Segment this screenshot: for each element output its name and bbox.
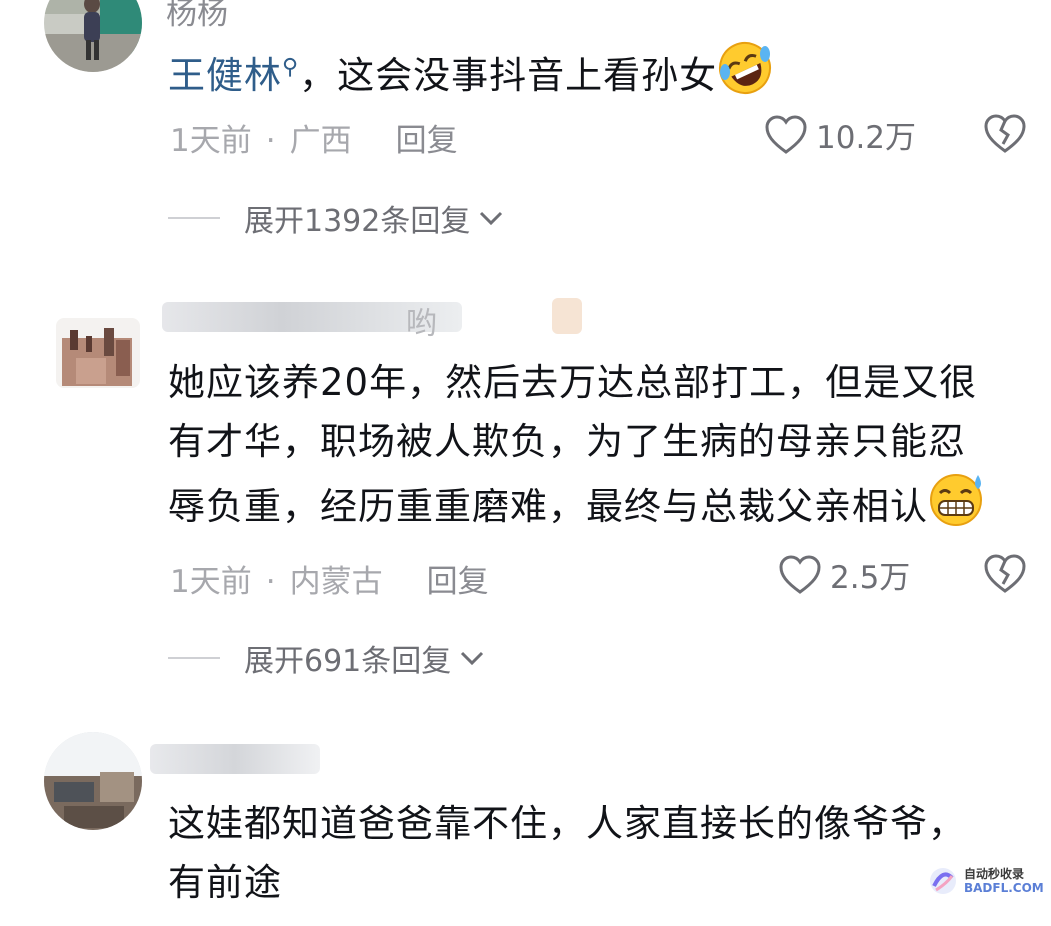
comment-text-line: 辱负重，经历重重磨难，最终与总裁父亲相认	[168, 471, 986, 544]
expand-replies-label: 展开691条回复	[244, 644, 452, 679]
rofl-emoji	[717, 40, 773, 113]
divider-line	[168, 657, 220, 659]
dislike-button[interactable]	[984, 114, 1026, 158]
meta-separator: ·	[265, 564, 276, 600]
expand-replies-button[interactable]: 展开1392条回复	[168, 196, 504, 240]
watermark-url: BADFL.COM	[964, 881, 1044, 895]
watermark: 自动秒收录 BADFL.COM	[928, 866, 1044, 896]
username-blurred[interactable]	[150, 744, 320, 774]
like-count: 10.2万	[816, 120, 917, 156]
comment-text-line: 有前途	[168, 861, 282, 904]
comment-time: 1天前	[170, 564, 252, 600]
blurred-mark	[552, 298, 582, 334]
broken-heart-icon	[984, 114, 1026, 153]
like-button[interactable]: 2.5万	[778, 552, 910, 597]
meta-separator: ·	[265, 123, 276, 159]
avatar[interactable]	[44, 0, 142, 72]
heart-icon	[765, 114, 807, 154]
reply-button[interactable]: 回复	[396, 123, 458, 159]
divider-line	[168, 217, 220, 219]
comment-text: 她应该养20年，然后去万达总部打工，但是又很 有才华，职场被人欺负，为了生病的母…	[168, 353, 986, 544]
comment-meta: 1天前 · 广西 回复	[170, 115, 458, 160]
chevron-down-icon	[461, 651, 484, 666]
comment-text: 这娃都知道爸爸靠不住，人家直接长的像爷爷， 有前途	[168, 794, 966, 912]
comment-location: 内蒙古	[289, 564, 383, 600]
comment-text-line: 这娃都知道爸爸靠不住，人家直接长的像爷爷，	[168, 802, 966, 845]
comment-text: 王健林⚲，这会没事抖音上看孙女	[168, 38, 773, 113]
reply-button[interactable]: 回复	[427, 564, 489, 600]
comment-text-line-body: 辱负重，经历重重磨难，最终与总裁父亲相认	[168, 485, 928, 528]
like-count: 2.5万	[830, 560, 911, 596]
avatar[interactable]	[44, 732, 142, 830]
like-button[interactable]: 10.2万	[764, 112, 916, 157]
chevron-down-icon	[480, 211, 503, 226]
comment-text-body: ，这会没事抖音上看孙女	[299, 54, 718, 97]
expand-replies-button[interactable]: 展开691条回复	[168, 636, 485, 680]
comment-meta: 1天前 · 内蒙古 回复	[170, 556, 489, 601]
comment-text-line: 有才华，职场被人欺负，为了生病的母亲只能忍	[168, 420, 966, 463]
search-icon: ⚲	[282, 55, 300, 80]
dislike-button[interactable]	[984, 554, 1026, 598]
expand-replies-label: 展开1392条回复	[244, 204, 471, 239]
heart-icon	[779, 554, 821, 594]
watermark-title: 自动秒收录	[964, 867, 1025, 881]
grinning-sweat-emoji	[928, 471, 986, 544]
comment-location: 广西	[289, 123, 352, 159]
comment-username[interactable]: 杨杨	[166, 0, 228, 33]
broken-heart-icon	[984, 554, 1026, 593]
comment-text-line: 她应该养20年，然后去万达总部打工，但是又很	[168, 361, 978, 404]
mention-link[interactable]: 王健林⚲	[168, 54, 299, 97]
comment-time: 1天前	[170, 123, 252, 159]
watermark-logo-icon	[930, 868, 956, 894]
avatar[interactable]	[56, 318, 140, 388]
comment-username-fragment[interactable]: 哟	[406, 298, 437, 343]
mention-name[interactable]: 王健林	[168, 54, 282, 97]
